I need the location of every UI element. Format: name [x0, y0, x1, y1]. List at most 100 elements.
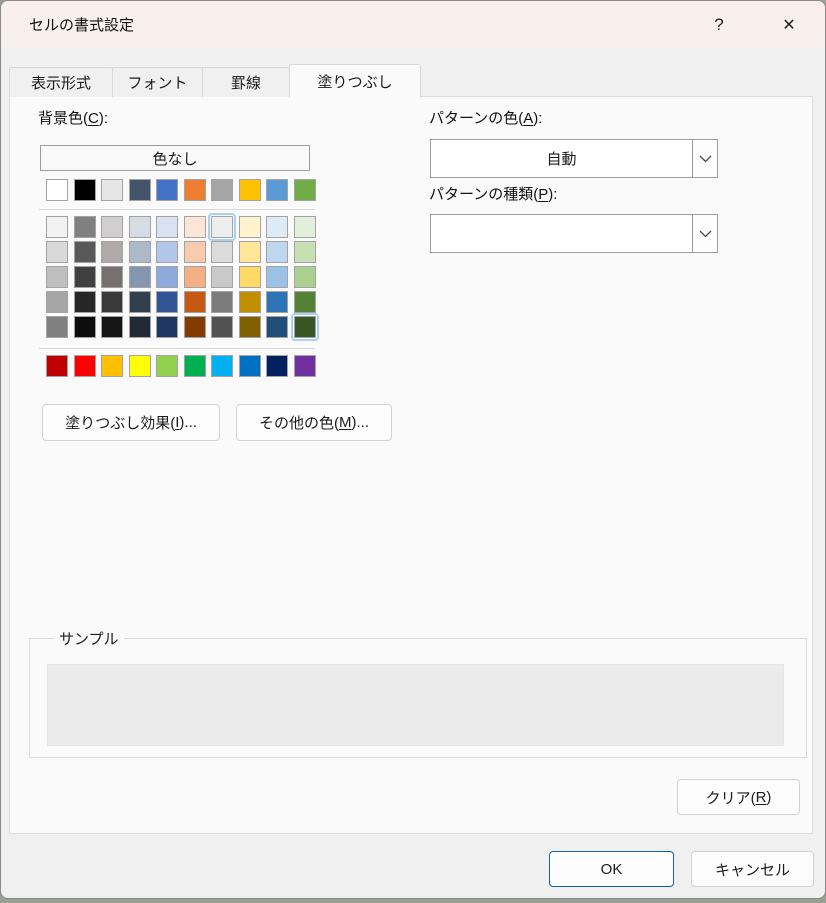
color-swatch[interactable] — [266, 316, 288, 338]
color-swatch[interactable] — [294, 241, 316, 263]
color-swatch[interactable] — [184, 179, 206, 201]
color-swatch[interactable] — [46, 266, 68, 288]
chevron-down-icon — [699, 230, 712, 238]
color-swatch[interactable] — [266, 266, 288, 288]
color-swatch[interactable] — [239, 316, 261, 338]
background-color-label: 背景色(C): — [38, 107, 108, 128]
pattern-type-combobox[interactable] — [430, 214, 718, 253]
color-swatch[interactable] — [156, 266, 178, 288]
tab-font[interactable]: フォント — [112, 67, 203, 97]
color-swatch[interactable] — [129, 316, 151, 338]
color-swatch[interactable] — [156, 216, 178, 238]
pattern-color-dropdown-button[interactable] — [692, 139, 718, 178]
color-swatch[interactable] — [74, 241, 96, 263]
color-swatch[interactable] — [184, 216, 206, 238]
pattern-type-label: パターンの種類(P): — [429, 183, 557, 204]
color-swatch[interactable] — [266, 241, 288, 263]
color-swatch[interactable] — [266, 355, 288, 377]
color-swatch[interactable] — [46, 179, 68, 201]
sample-preview — [47, 664, 784, 746]
theme-color-row — [46, 179, 316, 201]
cancel-button[interactable]: キャンセル — [691, 851, 814, 887]
color-swatch[interactable] — [211, 179, 233, 201]
color-swatch[interactable] — [46, 355, 68, 377]
color-swatch[interactable] — [101, 179, 123, 201]
color-swatch[interactable] — [184, 355, 206, 377]
pattern-color-label: パターンの色(A): — [429, 107, 542, 128]
color-swatch[interactable] — [46, 291, 68, 313]
color-swatch[interactable] — [101, 355, 123, 377]
color-swatch[interactable] — [156, 316, 178, 338]
color-swatch[interactable] — [129, 291, 151, 313]
tab-number-format[interactable]: 表示形式 — [9, 67, 113, 97]
tab-fill[interactable]: 塗りつぶし — [289, 64, 421, 98]
color-swatch[interactable] — [266, 179, 288, 201]
fill-tab-page: 背景色(C): 色なし 塗りつぶし効果(I)... その他の色(M)... パタ… — [9, 96, 813, 834]
color-swatch[interactable] — [74, 316, 96, 338]
color-swatch[interactable] — [156, 241, 178, 263]
color-swatch[interactable] — [266, 291, 288, 313]
color-swatch[interactable] — [239, 216, 261, 238]
color-swatch[interactable] — [211, 316, 233, 338]
color-swatch[interactable] — [294, 355, 316, 377]
color-swatch[interactable] — [239, 355, 261, 377]
color-swatch[interactable] — [101, 241, 123, 263]
color-swatch[interactable] — [129, 241, 151, 263]
color-swatch[interactable] — [294, 179, 316, 201]
pattern-color-combobox[interactable]: 自動 — [430, 139, 718, 178]
color-swatch[interactable] — [156, 291, 178, 313]
color-swatch[interactable] — [74, 266, 96, 288]
color-swatch[interactable] — [101, 291, 123, 313]
color-swatch[interactable] — [239, 266, 261, 288]
help-button[interactable]: ? — [698, 9, 740, 40]
color-swatch[interactable] — [129, 355, 151, 377]
color-swatch[interactable] — [156, 179, 178, 201]
close-button[interactable]: ✕ — [768, 9, 810, 40]
color-swatch[interactable] — [46, 216, 68, 238]
color-swatch[interactable] — [101, 266, 123, 288]
color-swatch[interactable] — [239, 241, 261, 263]
color-swatch[interactable] — [129, 216, 151, 238]
color-swatch[interactable] — [211, 291, 233, 313]
ok-button[interactable]: OK — [549, 851, 674, 887]
color-swatch[interactable] — [156, 355, 178, 377]
fill-effects-button[interactable]: 塗りつぶし効果(I)... — [42, 404, 220, 441]
color-swatch[interactable] — [294, 291, 316, 313]
color-swatch[interactable] — [239, 179, 261, 201]
color-swatch[interactable] — [211, 355, 233, 377]
color-swatch[interactable] — [184, 316, 206, 338]
color-swatch[interactable] — [46, 241, 68, 263]
color-swatch[interactable] — [46, 316, 68, 338]
sample-groupbox: サンプル — [29, 638, 807, 758]
color-swatch[interactable] — [211, 216, 233, 238]
close-icon: ✕ — [782, 15, 795, 35]
color-swatch[interactable] — [211, 266, 233, 288]
color-swatch[interactable] — [101, 216, 123, 238]
color-swatch[interactable] — [129, 179, 151, 201]
standard-color-row — [46, 355, 316, 377]
more-colors-button[interactable]: その他の色(M)... — [236, 404, 392, 441]
color-swatch[interactable] — [184, 266, 206, 288]
tab-border[interactable]: 罫線 — [202, 67, 290, 97]
color-swatch[interactable] — [239, 291, 261, 313]
color-swatch[interactable] — [74, 355, 96, 377]
color-swatch[interactable] — [294, 216, 316, 238]
color-swatch[interactable] — [266, 216, 288, 238]
color-swatch[interactable] — [294, 316, 316, 338]
color-swatch[interactable] — [74, 216, 96, 238]
color-swatch[interactable] — [211, 241, 233, 263]
color-swatch[interactable] — [184, 291, 206, 313]
palette-divider-top — [39, 209, 315, 210]
color-swatch[interactable] — [74, 179, 96, 201]
color-swatch[interactable] — [101, 316, 123, 338]
color-swatch[interactable] — [74, 291, 96, 313]
theme-variant-grid — [46, 216, 316, 338]
clear-button[interactable]: クリア(R) — [677, 779, 800, 815]
pattern-type-dropdown-button[interactable] — [692, 214, 718, 253]
color-swatch[interactable] — [294, 266, 316, 288]
color-swatch[interactable] — [129, 266, 151, 288]
title-bar: セルの書式設定 ? ✕ — [1, 1, 825, 47]
no-color-button[interactable]: 色なし — [40, 145, 310, 171]
color-swatch[interactable] — [184, 241, 206, 263]
help-icon: ? — [714, 15, 723, 35]
